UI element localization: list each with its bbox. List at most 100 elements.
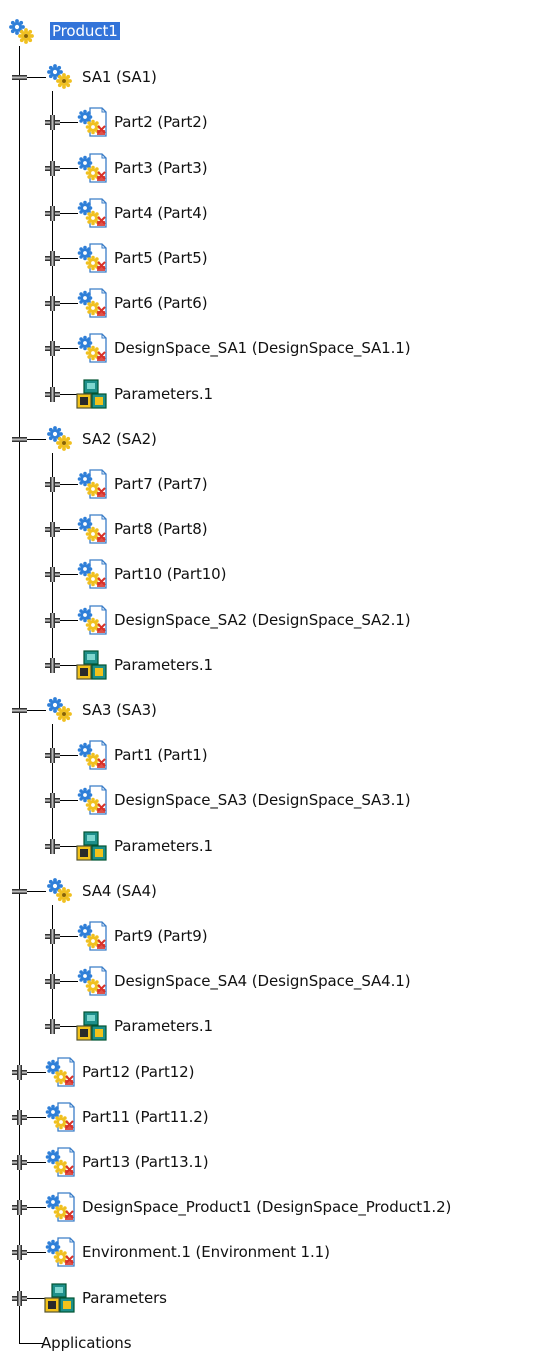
part-icon (76, 558, 108, 590)
part-icon (76, 784, 108, 816)
expand-icon[interactable] (45, 793, 60, 809)
tree-node-label[interactable]: Part2 (Part2) (114, 113, 208, 131)
expand-icon[interactable] (45, 115, 60, 131)
tree-node-label[interactable]: Part3 (Part3) (114, 159, 208, 177)
tree-node-label[interactable]: DesignSpace_SA1 (DesignSpace_SA1.1) (114, 339, 411, 357)
expand-icon[interactable] (45, 974, 60, 990)
specification-tree: Product1 SA1 (SA1) Part2 (Part2) Part3 (… (0, 0, 536, 1355)
tree-root[interactable]: Product1 (0, 15, 536, 49)
expand-icon[interactable] (45, 748, 60, 764)
collapse-icon[interactable] (12, 70, 27, 85)
expand-icon[interactable] (12, 1064, 27, 1080)
expand-icon[interactable] (45, 205, 60, 221)
tree-child-node[interactable]: Part7 (Part7) (0, 467, 536, 501)
product-icon (44, 61, 76, 93)
collapse-icon[interactable] (12, 432, 27, 447)
tree-node-label[interactable]: DesignSpace_SA2 (DesignSpace_SA2.1) (114, 611, 411, 629)
tree-child-node[interactable]: Part8 (Part8) (0, 512, 536, 546)
expand-icon[interactable] (12, 1200, 27, 1216)
tree-child-node[interactable]: Part5 (Part5) (0, 241, 536, 275)
tree-child-node[interactable]: Part10 (Part10) (0, 557, 536, 591)
product-icon (44, 423, 76, 455)
tree-node-label[interactable]: Part8 (Part8) (114, 520, 208, 538)
tree-child-node[interactable]: Parameters.1 (0, 1009, 536, 1043)
tree-node-label[interactable]: Part1 (Part1) (114, 746, 208, 764)
tree-node-label[interactable]: Part11 (Part11.2) (82, 1108, 209, 1126)
tree-child-node[interactable]: Part1 (Part1) (0, 738, 536, 772)
tree-node-label[interactable]: Part5 (Part5) (114, 249, 208, 267)
tree-node-label[interactable]: Environment.1 (Environment 1.1) (82, 1243, 330, 1261)
tree-node-label[interactable]: Part4 (Part4) (114, 204, 208, 222)
part-icon (76, 287, 108, 319)
tree-child-node[interactable]: Part9 (Part9) (0, 919, 536, 953)
expand-icon[interactable] (45, 296, 60, 312)
expand-icon[interactable] (12, 1290, 27, 1306)
tree-node-label[interactable]: DesignSpace_SA4 (DesignSpace_SA4.1) (114, 972, 411, 990)
tree-node-label[interactable]: Part9 (Part9) (114, 927, 208, 945)
tree-child-node[interactable]: Part4 (Part4) (0, 196, 536, 230)
tree-child-node[interactable]: Part6 (Part6) (0, 286, 536, 320)
collapse-icon[interactable] (12, 884, 27, 899)
expand-icon[interactable] (45, 567, 60, 583)
tree-node-label[interactable]: SA1 (SA1) (82, 68, 157, 86)
tree-node[interactable]: Environment.1 (Environment 1.1) (0, 1235, 536, 1269)
tree-child-node[interactable]: Part2 (Part2) (0, 105, 536, 139)
expand-icon[interactable] (45, 1019, 60, 1035)
tree-node[interactable]: Parameters (0, 1281, 536, 1315)
expand-icon[interactable] (45, 657, 60, 673)
tree-child-node[interactable]: DesignSpace_SA4 (DesignSpace_SA4.1) (0, 964, 536, 998)
tree-child-node[interactable]: Parameters.1 (0, 829, 536, 863)
part-icon (76, 604, 108, 636)
tree-child-node[interactable]: DesignSpace_SA2 (DesignSpace_SA2.1) (0, 603, 536, 637)
tree-node-label[interactable]: Parameters (82, 1289, 167, 1307)
tree-node-label[interactable]: Part7 (Part7) (114, 475, 208, 493)
tree-node-label[interactable]: DesignSpace_SA3 (DesignSpace_SA3.1) (114, 791, 411, 809)
expand-icon[interactable] (12, 1245, 27, 1261)
tree-node-label[interactable]: DesignSpace_Product1 (DesignSpace_Produc… (82, 1198, 451, 1216)
expand-icon[interactable] (45, 929, 60, 944)
tree-child-node[interactable]: Parameters.1 (0, 648, 536, 682)
expand-icon[interactable] (45, 477, 60, 492)
expand-icon[interactable] (45, 522, 60, 538)
tree-node-label[interactable]: SA2 (SA2) (82, 430, 157, 448)
product-icon (44, 875, 76, 907)
tree-node[interactable]: SA2 (SA2) (0, 422, 536, 456)
part-icon (76, 242, 108, 274)
tree-node-label[interactable]: Parameters.1 (114, 1017, 213, 1035)
expand-icon[interactable] (45, 386, 60, 402)
part-icon (76, 739, 108, 771)
tree-node-label[interactable]: Parameters.1 (114, 837, 213, 855)
tree-node-label[interactable]: Parameters.1 (114, 385, 213, 403)
tree-node[interactable]: SA4 (SA4) (0, 874, 536, 908)
expand-icon[interactable] (45, 341, 60, 357)
tree-node-label[interactable]: SA3 (SA3) (82, 701, 157, 719)
part-icon (76, 332, 108, 364)
tree-node-label[interactable]: Part6 (Part6) (114, 294, 208, 312)
tree-child-node[interactable]: Parameters.1 (0, 377, 536, 411)
collapse-icon[interactable] (12, 703, 27, 718)
expand-icon[interactable] (45, 838, 60, 854)
tree-root-label[interactable]: Product1 (50, 22, 120, 40)
parameters-icon (44, 1282, 76, 1314)
tree-node[interactable]: DesignSpace_Product1 (DesignSpace_Produc… (0, 1190, 536, 1224)
tree-child-node[interactable]: DesignSpace_SA3 (DesignSpace_SA3.1) (0, 783, 536, 817)
tree-node[interactable]: Part13 (Part13.1) (0, 1145, 536, 1179)
tree-node[interactable]: SA1 (SA1) (0, 60, 536, 94)
tree-node-label[interactable]: Parameters.1 (114, 656, 213, 674)
expand-icon[interactable] (45, 251, 60, 266)
part-icon (76, 965, 108, 997)
tree-node[interactable]: SA3 (SA3) (0, 693, 536, 727)
expand-icon[interactable] (45, 612, 60, 628)
expand-icon[interactable] (45, 160, 60, 176)
tree-child-node[interactable]: Part3 (Part3) (0, 151, 536, 185)
tree-node-label[interactable]: Part10 (Part10) (114, 565, 226, 583)
tree-node-label[interactable]: SA4 (SA4) (82, 882, 157, 900)
expand-icon[interactable] (12, 1109, 27, 1125)
tree-node-label[interactable]: Part12 (Part12) (82, 1063, 194, 1081)
tree-node-label[interactable]: Applications (41, 1334, 132, 1352)
tree-node[interactable]: Part12 (Part12) (0, 1055, 536, 1089)
expand-icon[interactable] (12, 1155, 27, 1170)
tree-node-label[interactable]: Part13 (Part13.1) (82, 1153, 209, 1171)
tree-node[interactable]: Part11 (Part11.2) (0, 1100, 536, 1134)
tree-child-node[interactable]: DesignSpace_SA1 (DesignSpace_SA1.1) (0, 331, 536, 365)
